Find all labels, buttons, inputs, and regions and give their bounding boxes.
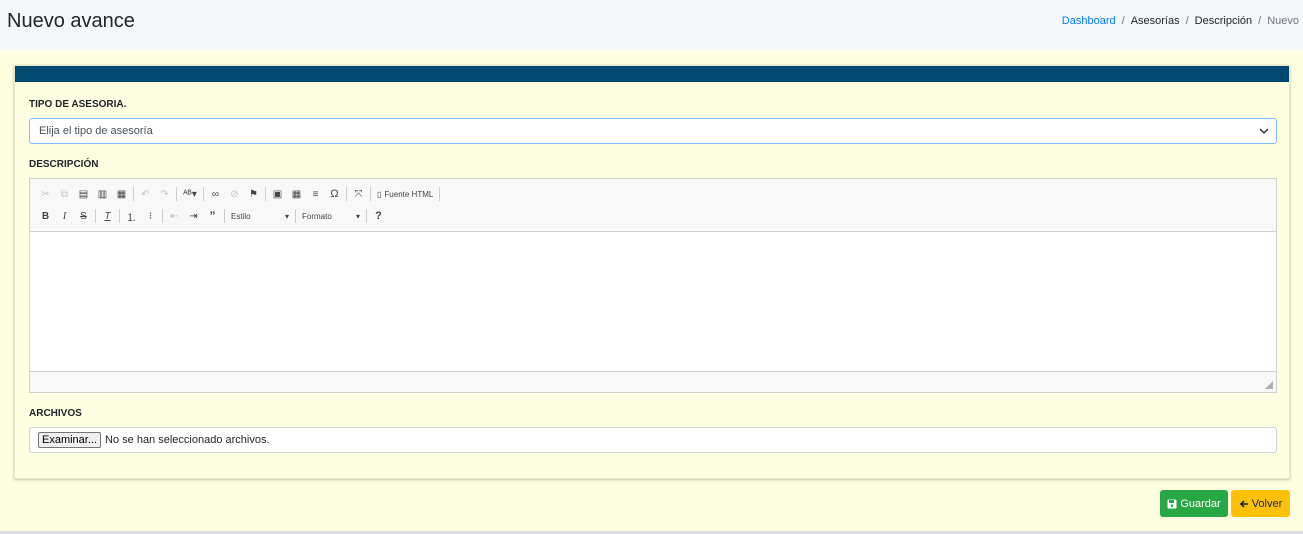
breadcrumb-separator: / xyxy=(1258,15,1262,27)
toolbar-separator xyxy=(439,187,441,201)
source-button[interactable]: ▯ Fuente HTML xyxy=(373,190,437,199)
outdent-icon[interactable]: ⇤ xyxy=(165,207,184,225)
anchor-icon[interactable]: ⚑ xyxy=(244,185,263,203)
remove-format-icon[interactable]: T xyxy=(98,207,117,225)
help-icon[interactable]: ? xyxy=(369,207,388,225)
cut-icon[interactable]: ✂ xyxy=(36,185,55,203)
format-combo-label: Formato xyxy=(302,211,332,221)
save-button[interactable]: Guardar xyxy=(1160,490,1228,517)
redo-icon[interactable]: ↷ xyxy=(155,185,174,203)
editor-content-area[interactable] xyxy=(30,232,1276,372)
toolbar-row-1: ✂ ⧉ ▤ ▥ ▦ ↶ ↷ ᴬᴮ▾ ∞ ⊘ ⚑ ▣ ▦ ≡ Ω ⤧ ▯ Fuen… xyxy=(36,183,1270,205)
horizontal-rule-icon[interactable]: ≡ xyxy=(306,185,325,203)
tipo-asesoria-select-value: Elija el tipo de asesoría xyxy=(39,125,153,137)
toolbar-separator xyxy=(224,209,225,223)
paste-icon[interactable]: ▤ xyxy=(74,185,93,203)
arrow-left-icon xyxy=(1239,499,1248,508)
editor-toolbar: ✂ ⧉ ▤ ▥ ▦ ↶ ↷ ᴬᴮ▾ ∞ ⊘ ⚑ ▣ ▦ ≡ Ω ⤧ ▯ Fuen… xyxy=(30,179,1276,232)
rich-text-editor: ✂ ⧉ ▤ ▥ ▦ ↶ ↷ ᴬᴮ▾ ∞ ⊘ ⚑ ▣ ▦ ≡ Ω ⤧ ▯ Fuen… xyxy=(29,178,1277,393)
breadcrumb-nuevo: Nuevo xyxy=(1267,15,1299,27)
toolbar-separator xyxy=(366,209,367,223)
combo-arrow-icon: ▾ xyxy=(355,211,360,221)
strike-icon[interactable]: S xyxy=(74,207,93,225)
breadcrumb-descripcion: Descripción xyxy=(1194,15,1253,27)
toolbar-separator xyxy=(119,209,120,223)
paste-word-icon[interactable]: ▦ xyxy=(112,185,131,203)
breadcrumb-dashboard[interactable]: Dashboard xyxy=(1062,15,1116,27)
image-icon[interactable]: ▣ xyxy=(268,185,287,203)
source-icon: ▯ xyxy=(377,189,382,199)
archivos-label: ARCHIVOS xyxy=(29,408,82,419)
link-icon[interactable]: ∞ xyxy=(206,185,225,203)
breadcrumb: Dashboard / Asesorías / Descripción / Nu… xyxy=(1062,15,1299,27)
floppy-disk-icon xyxy=(1167,499,1177,508)
unlink-icon[interactable]: ⊘ xyxy=(225,185,244,203)
toolbar-separator xyxy=(203,187,204,201)
toolbar-separator xyxy=(265,187,266,201)
source-label: Fuente HTML xyxy=(384,189,434,199)
combo-arrow-icon: ▾ xyxy=(284,211,289,221)
file-status-text: No se han seleccionado archivos. xyxy=(105,434,270,446)
card-header-bar xyxy=(15,66,1289,82)
back-button[interactable]: Volver xyxy=(1231,490,1290,517)
toolbar-separator xyxy=(346,187,347,201)
toolbar-separator xyxy=(295,209,296,223)
bulleted-list-icon[interactable]: ⁝ xyxy=(141,207,160,225)
blockquote-icon[interactable]: ” xyxy=(203,207,222,225)
format-combo[interactable]: Formato ▾ xyxy=(298,212,364,221)
table-icon[interactable]: ▦ xyxy=(287,185,306,203)
toolbar-separator xyxy=(162,209,163,223)
toolbar-separator xyxy=(95,209,96,223)
style-combo-label: Estilo xyxy=(231,211,251,221)
breadcrumb-separator: / xyxy=(1121,15,1125,27)
toolbar-separator xyxy=(176,187,177,201)
toolbar-row-2: B I S T ⒈ ⁝ ⇤ ⇥ ” Estilo ▾ Formato ▾ ? xyxy=(36,205,1270,227)
archivos-file-input[interactable]: Examinar... No se han seleccionado archi… xyxy=(29,427,1277,453)
toolbar-separator xyxy=(133,187,134,201)
italic-icon[interactable]: I xyxy=(55,207,74,225)
undo-icon[interactable]: ↶ xyxy=(136,185,155,203)
tipo-asesoria-select[interactable]: Elija el tipo de asesoría xyxy=(29,118,1277,144)
page-header: Nuevo avance Dashboard / Asesorías / Des… xyxy=(0,0,1303,50)
indent-icon[interactable]: ⇥ xyxy=(184,207,203,225)
descripcion-label: DESCRIPCIÓN xyxy=(29,159,99,170)
style-combo[interactable]: Estilo ▾ xyxy=(227,212,293,221)
numbered-list-icon[interactable]: ⒈ xyxy=(122,207,141,225)
special-char-icon[interactable]: Ω xyxy=(325,185,344,203)
breadcrumb-separator: / xyxy=(1185,15,1189,27)
toolbar-separator xyxy=(370,187,371,201)
browse-button[interactable]: Examinar... xyxy=(38,432,102,448)
back-button-label: Volver xyxy=(1251,497,1283,510)
maximize-icon[interactable]: ⤧ xyxy=(349,185,368,203)
copy-icon[interactable]: ⧉ xyxy=(55,185,74,203)
form-card: TIPO DE ASESORIA. Elija el tipo de aseso… xyxy=(14,65,1290,479)
chevron-down-icon xyxy=(1259,128,1269,135)
save-button-label: Guardar xyxy=(1180,497,1221,510)
spellcheck-icon[interactable]: ᴬᴮ▾ xyxy=(179,185,201,203)
breadcrumb-asesorias: Asesorías xyxy=(1130,15,1180,27)
tipo-asesoria-label: TIPO DE ASESORIA. xyxy=(29,99,127,110)
bold-icon[interactable]: B xyxy=(36,207,55,225)
paste-text-icon[interactable]: ▥ xyxy=(93,185,112,203)
page-title: Nuevo avance xyxy=(7,10,135,32)
resize-handle-icon[interactable] xyxy=(1265,381,1273,389)
editor-status-bar xyxy=(30,371,1276,392)
